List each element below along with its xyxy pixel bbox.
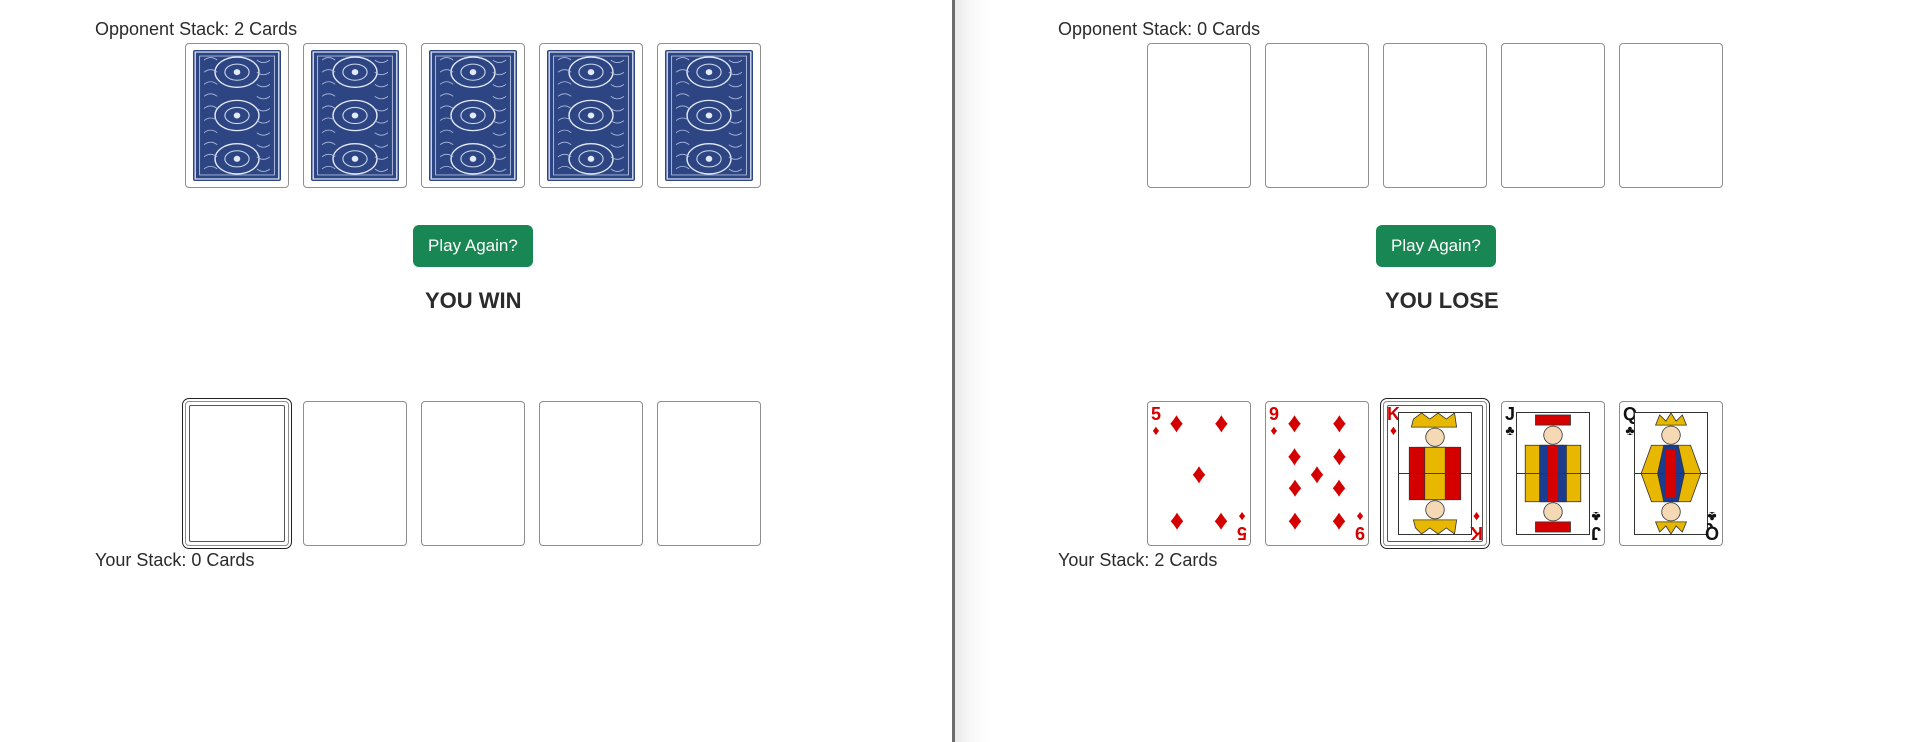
diamond-pip-icon: ♦ <box>1287 440 1302 472</box>
player-card-row: 5 ♦ ♦ ♦ ♦ ♦ ♦ 5 ♦ 9 ♦ ♦ ♦ ♦ ♦ ♦ ♦ ♦ ♦ ♦ 9 ♦ <box>1147 398 1723 549</box>
your-stack-label: Your Stack: 2 Cards <box>1058 550 1218 570</box>
diamond-pip-icon: ♦ <box>1287 507 1302 539</box>
opponent-stack-label: Opponent Stack: 0 Cards <box>1058 19 1261 39</box>
opponent-card-back[interactable] <box>421 43 525 188</box>
player-card-9-diamonds[interactable]: 9 ♦ ♦ ♦ ♦ ♦ ♦ ♦ ♦ ♦ ♦ 9 ♦ <box>1265 401 1369 546</box>
player-card-slot[interactable] <box>657 401 761 546</box>
jack-face-illustration <box>1516 412 1590 535</box>
diamond-pip-icon: ♦ <box>1214 507 1229 539</box>
player-card-slot[interactable] <box>421 401 525 546</box>
diamond-pip-icon: ♦ <box>1169 507 1184 539</box>
opponent-card-slot[interactable] <box>1147 43 1251 188</box>
card-back-pattern <box>193 50 281 181</box>
card-back-pattern <box>311 50 399 181</box>
game-screen: Opponent Stack: 2 Cards Play Again? YOU … <box>0 0 1911 742</box>
opponent-stack-label: Opponent Stack: 2 Cards <box>95 19 298 39</box>
diamond-pip-icon: ♦ <box>1332 474 1347 506</box>
opponent-card-back[interactable] <box>657 43 761 188</box>
opponent-card-row <box>185 43 761 188</box>
card-back-pattern <box>429 50 517 181</box>
card-corner: K ♦ <box>1387 404 1400 438</box>
player-card-5-diamonds[interactable]: 5 ♦ ♦ ♦ ♦ ♦ ♦ 5 ♦ <box>1147 401 1251 546</box>
player-card-slot[interactable] <box>539 401 643 546</box>
opponent-card-slot[interactable] <box>1501 43 1605 188</box>
opponent-card-back[interactable] <box>303 43 407 188</box>
your-stack-label: Your Stack: 0 Cards <box>95 550 255 570</box>
player-card-row <box>182 398 761 549</box>
play-again-button[interactable]: Play Again? <box>1376 225 1496 267</box>
opponent-card-row <box>1147 43 1723 188</box>
opponent-card-back[interactable] <box>539 43 643 188</box>
player-card-slot[interactable] <box>303 401 407 546</box>
king-face-illustration <box>1398 412 1472 535</box>
card-corner: J ♣ <box>1590 509 1601 543</box>
card-corner: J ♣ <box>1505 404 1516 438</box>
opponent-card-back[interactable] <box>185 43 289 188</box>
diamond-pip-icon: ♦ <box>1332 507 1347 539</box>
card-corner: Q ♣ <box>1704 509 1719 543</box>
diamond-pip-icon: ♦ <box>1169 407 1184 439</box>
queen-face-illustration <box>1634 412 1708 535</box>
diamond-pip-icon: ♦ <box>1214 407 1229 439</box>
player-card-king-diamonds[interactable]: K ♦ K ♦ <box>1380 398 1490 549</box>
opponent-card-slot[interactable] <box>1619 43 1723 188</box>
diamond-pip-icon: ♦ <box>1332 440 1347 472</box>
result-text: YOU WIN <box>425 288 522 313</box>
right-game-panel: Opponent Stack: 0 Cards Play Again? YOU … <box>955 0 1911 742</box>
diamond-pip-icon: ♦ <box>1287 407 1302 439</box>
diamond-pip-icon: ♦ <box>1332 407 1347 439</box>
opponent-card-slot[interactable] <box>1265 43 1369 188</box>
card-back-pattern <box>547 50 635 181</box>
player-card-queen-clubs[interactable]: Q ♣ Q ♣ <box>1619 401 1723 546</box>
diamond-pip-icon: ♦ <box>1191 457 1207 489</box>
diamond-pip-icon: ♦ <box>1309 457 1325 489</box>
card-corner: 5 ♦ <box>1236 509 1247 543</box>
card-back-pattern <box>665 50 753 181</box>
card-corner: 5 ♦ <box>1151 404 1162 438</box>
player-card-slot[interactable] <box>182 398 292 549</box>
diamond-pip-icon: ♦ <box>1287 474 1302 506</box>
play-again-button[interactable]: Play Again? <box>413 225 533 267</box>
card-corner: 9 ♦ <box>1354 509 1365 543</box>
opponent-card-slot[interactable] <box>1383 43 1487 188</box>
result-text: YOU LOSE <box>1385 288 1499 313</box>
left-game-panel: Opponent Stack: 2 Cards Play Again? YOU … <box>0 0 953 742</box>
card-corner: K ♦ <box>1470 509 1483 543</box>
player-card-jack-clubs[interactable]: J ♣ J ♣ <box>1501 401 1605 546</box>
card-corner: 9 ♦ <box>1269 404 1280 438</box>
